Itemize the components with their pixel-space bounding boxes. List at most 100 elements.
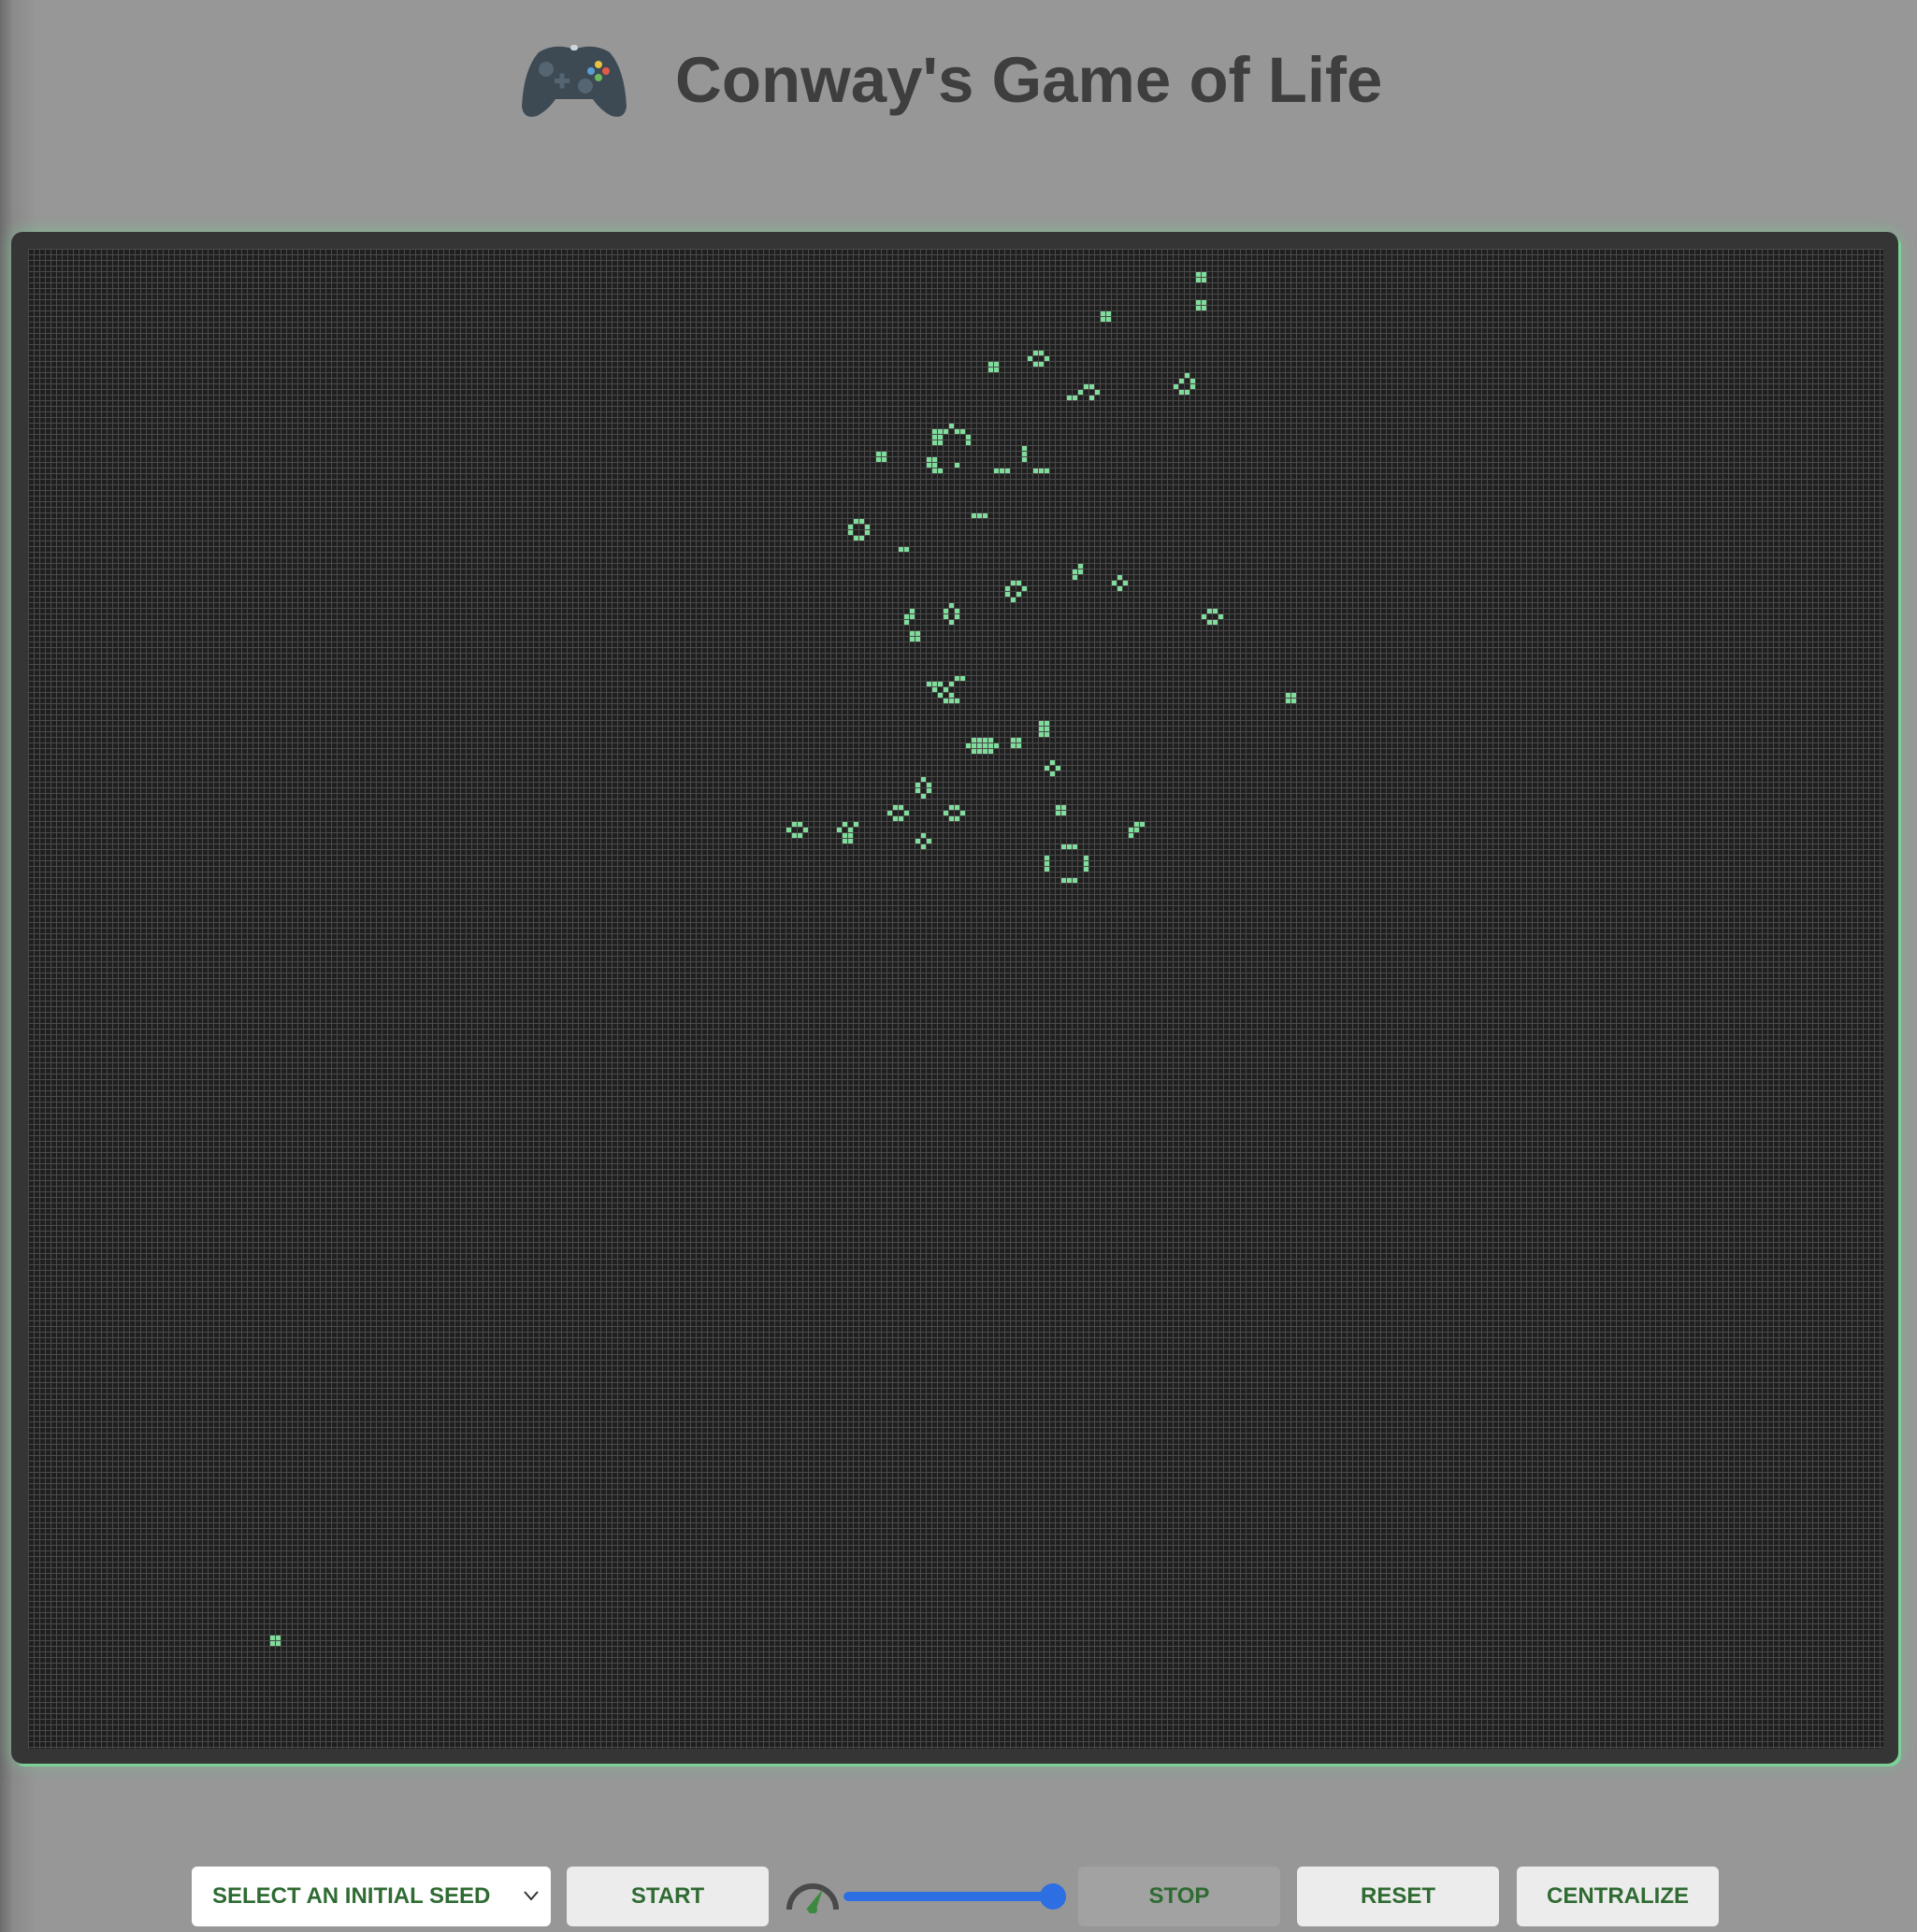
- live-cell[interactable]: [1202, 300, 1206, 305]
- live-cell[interactable]: [1218, 614, 1223, 619]
- live-cell[interactable]: [955, 699, 959, 703]
- live-cell[interactable]: [983, 738, 987, 743]
- live-cell[interactable]: [865, 525, 870, 529]
- live-cell[interactable]: [1000, 469, 1004, 473]
- live-cell[interactable]: [1016, 581, 1021, 585]
- live-cell[interactable]: [938, 693, 943, 698]
- live-cell[interactable]: [792, 833, 797, 838]
- live-cell[interactable]: [983, 743, 987, 748]
- live-cell[interactable]: [1045, 469, 1049, 473]
- live-cell[interactable]: [1084, 861, 1088, 866]
- live-cell[interactable]: [1213, 609, 1218, 613]
- live-cell[interactable]: [949, 699, 954, 703]
- live-cell[interactable]: [944, 699, 948, 703]
- live-cell[interactable]: [949, 603, 954, 608]
- live-cell[interactable]: [932, 429, 937, 434]
- live-cell[interactable]: [1089, 396, 1094, 400]
- live-cell[interactable]: [1106, 311, 1111, 316]
- live-cell[interactable]: [1134, 822, 1139, 827]
- live-cell[interactable]: [944, 609, 948, 613]
- live-cell[interactable]: [988, 362, 993, 367]
- live-cell[interactable]: [1117, 575, 1122, 580]
- live-cell[interactable]: [932, 457, 937, 462]
- live-cell[interactable]: [994, 368, 999, 372]
- live-cell[interactable]: [1202, 306, 1206, 310]
- live-cell[interactable]: [927, 457, 931, 462]
- live-cell[interactable]: [910, 631, 915, 636]
- reset-button[interactable]: RESET: [1297, 1867, 1499, 1926]
- live-cell[interactable]: [960, 429, 965, 434]
- live-cell[interactable]: [848, 828, 853, 832]
- live-cell[interactable]: [1061, 811, 1066, 815]
- live-cell[interactable]: [1129, 828, 1133, 832]
- live-cell[interactable]: [1084, 856, 1088, 860]
- live-cell[interactable]: [1061, 844, 1066, 849]
- live-cell[interactable]: [1005, 469, 1010, 473]
- live-cell[interactable]: [1011, 581, 1016, 585]
- live-cell[interactable]: [988, 738, 993, 743]
- live-cell[interactable]: [960, 676, 965, 681]
- live-cell[interactable]: [882, 457, 886, 462]
- live-cell[interactable]: [843, 822, 847, 827]
- live-cell[interactable]: [1045, 727, 1049, 731]
- live-cell[interactable]: [1202, 278, 1206, 282]
- live-cell[interactable]: [1022, 446, 1027, 451]
- live-cell[interactable]: [949, 620, 954, 625]
- live-cell[interactable]: [1033, 362, 1038, 367]
- live-cell[interactable]: [1067, 844, 1072, 849]
- live-cell[interactable]: [915, 839, 920, 843]
- live-cell[interactable]: [932, 463, 937, 468]
- live-cell[interactable]: [792, 822, 797, 827]
- live-cell[interactable]: [1045, 732, 1049, 737]
- live-cell[interactable]: [1073, 878, 1077, 883]
- live-cell[interactable]: [859, 536, 864, 541]
- live-cell[interactable]: [270, 1636, 275, 1640]
- live-cell[interactable]: [1045, 867, 1049, 872]
- live-cell[interactable]: [1022, 452, 1027, 456]
- live-cell[interactable]: [915, 637, 920, 642]
- live-cell[interactable]: [983, 749, 987, 754]
- live-cell[interactable]: [921, 794, 926, 799]
- live-cell[interactable]: [1101, 317, 1105, 322]
- live-cell[interactable]: [949, 682, 954, 686]
- live-cell[interactable]: [1033, 469, 1038, 473]
- live-cell[interactable]: [915, 788, 920, 793]
- live-cell[interactable]: [1073, 575, 1077, 580]
- live-cell[interactable]: [1016, 743, 1021, 748]
- live-cell[interactable]: [910, 614, 915, 619]
- live-cell[interactable]: [944, 811, 948, 815]
- live-cell[interactable]: [1045, 856, 1049, 860]
- live-cell[interactable]: [899, 547, 903, 552]
- live-cell[interactable]: [1045, 861, 1049, 866]
- live-cell[interactable]: [938, 440, 943, 445]
- live-cell[interactable]: [927, 783, 931, 787]
- live-cell[interactable]: [977, 513, 982, 518]
- live-cell[interactable]: [938, 429, 943, 434]
- live-cell[interactable]: [1207, 620, 1212, 625]
- live-cell[interactable]: [944, 687, 948, 692]
- live-cell[interactable]: [915, 783, 920, 787]
- live-cell[interactable]: [910, 609, 915, 613]
- live-cell[interactable]: [1016, 592, 1021, 597]
- live-cell[interactable]: [988, 368, 993, 372]
- live-cell[interactable]: [837, 828, 842, 832]
- live-cell[interactable]: [893, 805, 898, 810]
- live-cell[interactable]: [944, 614, 948, 619]
- live-cell[interactable]: [1202, 614, 1206, 619]
- live-cell[interactable]: [798, 822, 802, 827]
- start-button[interactable]: START: [567, 1867, 769, 1926]
- live-cell[interactable]: [994, 362, 999, 367]
- live-cell[interactable]: [1056, 811, 1060, 815]
- live-cell[interactable]: [944, 429, 948, 434]
- live-cell[interactable]: [915, 631, 920, 636]
- live-cell[interactable]: [910, 637, 915, 642]
- live-cell[interactable]: [972, 743, 976, 748]
- live-cell[interactable]: [854, 519, 858, 524]
- live-cell[interactable]: [1045, 356, 1049, 361]
- live-cell[interactable]: [843, 839, 847, 843]
- live-cell[interactable]: [1011, 738, 1016, 743]
- game-board[interactable]: [28, 249, 1883, 1749]
- live-cell[interactable]: [865, 530, 870, 535]
- live-cell[interactable]: [854, 822, 858, 827]
- live-cell[interactable]: [932, 440, 937, 445]
